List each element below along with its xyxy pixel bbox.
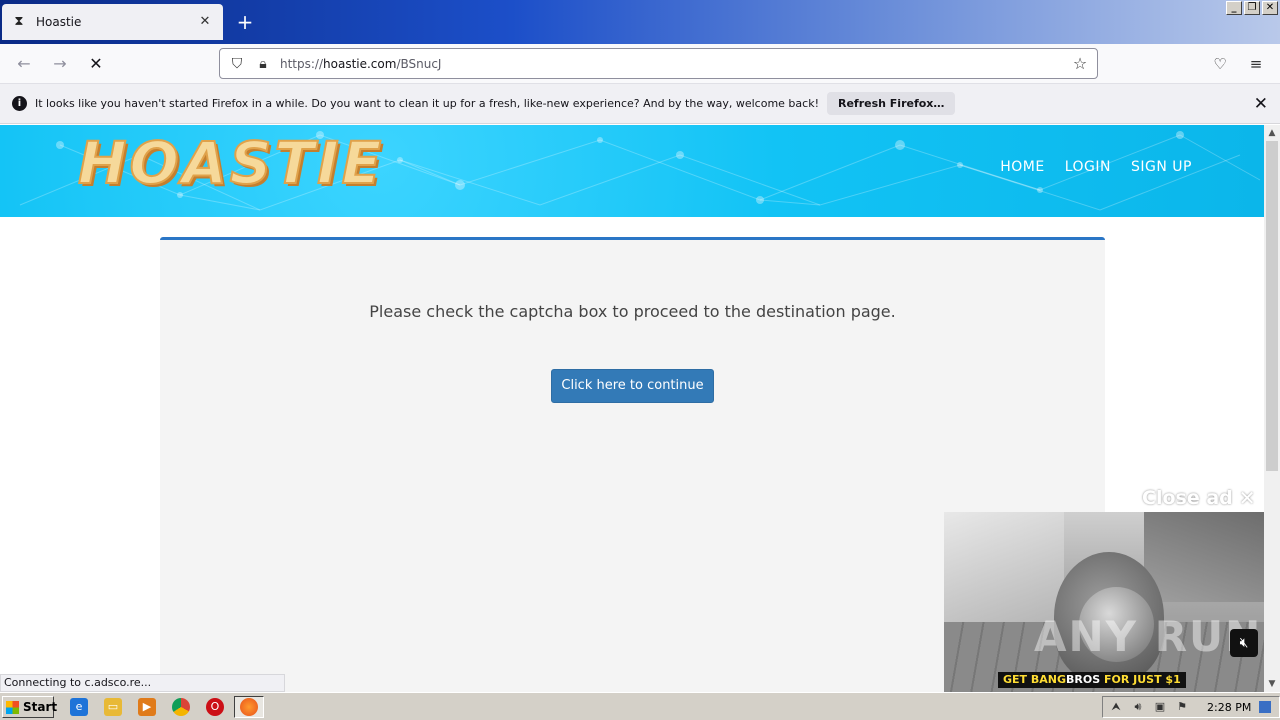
close-notification-icon[interactable]: ✕ [1254,95,1268,113]
status-text: Connecting to c.adsco.re... [0,674,285,692]
scroll-down-icon[interactable]: ▼ [1264,676,1280,692]
scroll-thumb[interactable] [1266,141,1278,471]
restore-button[interactable]: ❐ [1244,1,1260,15]
back-button[interactable]: ← [12,52,36,76]
hourglass-favicon-icon: ⧗ [14,14,24,29]
lock-icon[interactable]: 🔒︎ [254,55,272,73]
minimize-button[interactable]: _ [1226,1,1242,15]
site-logo[interactable]: HOASTIE [77,128,384,198]
video-ad[interactable]: ANY RUN GET BANGBROS FOR JUST $1 🔇︎ [944,512,1264,692]
tray-arrow-icon[interactable]: ⮝ [1109,700,1123,714]
notification-message: It looks like you haven't started Firefo… [35,97,819,110]
flag-icon[interactable]: ⚑ [1175,700,1189,714]
menu-hamburger-icon[interactable]: ≡ [1244,52,1268,76]
browser-navbar: ← → ✕ ⛉ 🔒︎ https://hoastie.com/BSnucJ ☆ … [0,44,1280,84]
firefox-task-button[interactable] [234,696,264,718]
shield-icon[interactable]: ⛉ [228,55,246,73]
close-tab-icon[interactable]: ✕ [197,14,213,30]
refresh-firefox-button[interactable]: Refresh Firefox… [826,92,956,115]
watermark: ANY RUN [1034,612,1263,661]
opera-icon[interactable]: O [206,698,224,716]
windows-logo-icon [6,701,19,714]
browser-titlebar: ⧗ Hoastie ✕ + _ ❐ ✕ [0,0,1280,44]
site-header: HOASTIE HOME LOGIN SIGN UP [0,125,1264,217]
nav-home-link[interactable]: HOME [1000,159,1044,175]
new-tab-button[interactable]: + [233,10,257,34]
close-ad-icon[interactable]: ✕ [1239,486,1256,510]
notification-bar: i It looks like you haven't started Fire… [0,84,1280,124]
url-bar[interactable]: ⛉ 🔒︎ https://hoastie.com/BSnucJ ☆ [219,48,1098,79]
firefox-icon [240,698,258,716]
pocket-icon[interactable]: ♡ [1208,52,1232,76]
ie-icon[interactable]: e [70,698,88,716]
clock[interactable]: 2:28 PM [1207,701,1251,714]
vertical-scrollbar[interactable]: ▲ ▼ [1264,125,1280,692]
bookmark-star-icon[interactable]: ☆ [1071,54,1089,73]
url-text[interactable]: https://hoastie.com/BSnucJ [280,57,1071,71]
info-icon: i [12,96,27,111]
nav-signup-link[interactable]: SIGN UP [1131,159,1192,175]
chrome-icon[interactable] [172,698,190,716]
start-button[interactable]: Start [2,696,57,718]
system-tray: ⮝ 🔊︎ ▣ ⚑ 2:28 PM [1102,696,1280,718]
close-ad-button[interactable]: Close ad ✕ [1132,483,1264,512]
close-ad-label: Close ad [1142,486,1233,509]
media-player-icon[interactable]: ▶ [138,698,156,716]
close-window-button[interactable]: ✕ [1262,1,1278,15]
browser-tab[interactable]: ⧗ Hoastie ✕ [2,4,223,40]
stop-loading-button[interactable]: ✕ [84,52,108,76]
forward-button[interactable]: → [48,52,72,76]
ad-background [1144,512,1264,602]
muted-speaker-icon[interactable]: 🔇︎ [1230,629,1258,657]
network-icon[interactable]: ▣ [1153,700,1167,714]
folder-icon[interactable]: ▭ [104,698,122,716]
scroll-up-icon[interactable]: ▲ [1264,125,1280,141]
tab-title: Hoastie [36,15,82,29]
window-controls: _ ❐ ✕ [1226,1,1278,15]
captcha-message: Please check the captcha box to proceed … [369,302,896,321]
show-desktop-icon[interactable] [1259,701,1272,713]
nav-login-link[interactable]: LOGIN [1065,159,1111,175]
continue-button[interactable]: Click here to continue [551,369,714,403]
site-nav: HOME LOGIN SIGN UP [1000,159,1192,175]
taskbar: Start e ▭ ▶ O ⮝ 🔊︎ ▣ ⚑ 2:28 PM [0,692,1280,720]
ad-background [944,512,1064,622]
ad-banner[interactable]: GET BANGBROS FOR JUST $1 [998,672,1186,688]
volume-icon[interactable]: 🔊︎ [1131,700,1145,714]
